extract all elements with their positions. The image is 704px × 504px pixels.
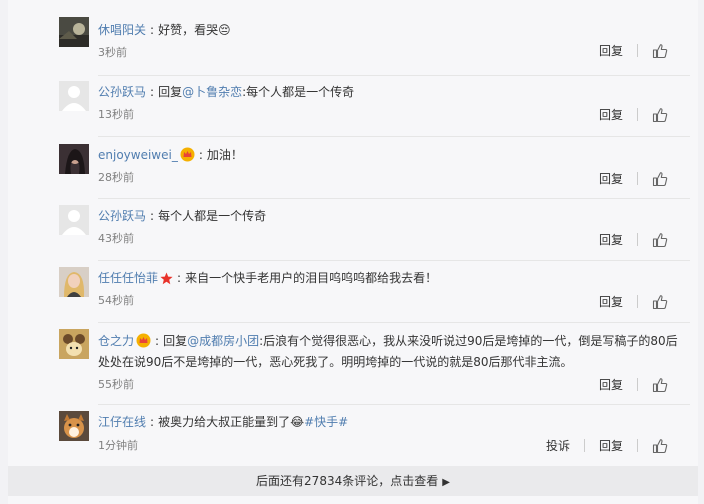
reply-button[interactable]: 回复 bbox=[599, 42, 623, 59]
reply-button[interactable]: 回复 bbox=[599, 106, 623, 123]
reply-prefix: 回复 bbox=[163, 334, 188, 348]
username[interactable]: 仓之力 bbox=[98, 334, 134, 348]
timestamp: 43秒前 bbox=[98, 232, 134, 245]
comment-text: 被奥力给大叔正能量到了 bbox=[158, 415, 291, 429]
timestamp: 3秒前 bbox=[98, 46, 127, 59]
load-more-label: 后面还有27834条评论，点击查看 bbox=[256, 474, 439, 488]
username[interactable]: 公孙跃马 bbox=[98, 85, 146, 99]
user-avatar[interactable] bbox=[59, 17, 89, 47]
username[interactable]: 江仔在线 bbox=[98, 415, 146, 429]
mention-link[interactable]: @卜鲁杂恋 bbox=[182, 85, 242, 99]
username[interactable]: enjoyweiwei_ bbox=[98, 148, 178, 162]
timestamp: 1分钟前 bbox=[98, 439, 138, 452]
comment-text: 好赞，看哭😔 bbox=[158, 23, 231, 37]
timestamp: 28秒前 bbox=[98, 171, 134, 184]
crown-vip-icon bbox=[136, 333, 151, 348]
load-more-comments[interactable]: 后面还有27834条评论，点击查看 ▶ bbox=[8, 466, 698, 496]
comment-text: 加油！ bbox=[206, 148, 243, 162]
comment-text: 每个人都是一个传奇 bbox=[158, 209, 267, 223]
username[interactable]: 休唱阳关 bbox=[98, 23, 146, 37]
emoji-laughing-icon: 😂 bbox=[290, 415, 305, 429]
user-avatar[interactable] bbox=[59, 81, 89, 111]
user-avatar[interactable] bbox=[59, 144, 89, 174]
thumbs-up-icon[interactable] bbox=[652, 107, 668, 123]
mention-link[interactable]: @成都房小团 bbox=[187, 334, 259, 348]
comment-text: :每个人都是一个传奇 bbox=[242, 85, 355, 99]
comment-text: 来自一个快手老用户的泪目呜呜呜都给我去看！ bbox=[185, 271, 438, 285]
user-avatar[interactable] bbox=[59, 411, 89, 441]
user-avatar[interactable] bbox=[59, 205, 89, 235]
reply-button[interactable]: 回复 bbox=[599, 293, 623, 310]
thumbs-up-icon[interactable] bbox=[652, 294, 668, 310]
reply-button[interactable]: 回复 bbox=[599, 231, 623, 248]
thumbs-up-icon[interactable] bbox=[652, 232, 668, 248]
reply-button[interactable]: 回复 bbox=[599, 170, 623, 187]
red-star-icon bbox=[160, 272, 173, 285]
user-avatar[interactable] bbox=[59, 329, 89, 359]
play-arrow-icon: ▶ bbox=[442, 477, 450, 488]
user-avatar[interactable] bbox=[59, 267, 89, 297]
username[interactable]: 任任任怡菲 bbox=[98, 271, 158, 285]
reply-button[interactable]: 回复 bbox=[599, 376, 623, 393]
thumbs-up-icon[interactable] bbox=[652, 171, 668, 187]
timestamp: 55秒前 bbox=[98, 378, 134, 391]
timestamp: 54秒前 bbox=[98, 294, 134, 307]
reply-button[interactable]: 回复 bbox=[599, 437, 623, 454]
report-button[interactable]: 投诉 bbox=[546, 437, 570, 454]
username[interactable]: 公孙跃马 bbox=[98, 209, 146, 223]
timestamp: 13秒前 bbox=[98, 108, 134, 121]
crown-vip-icon bbox=[180, 147, 195, 162]
hashtag-link[interactable]: #快手# bbox=[304, 415, 348, 429]
reply-prefix: 回复 bbox=[158, 85, 183, 99]
thumbs-up-icon[interactable] bbox=[652, 43, 668, 59]
thumbs-up-icon[interactable] bbox=[652, 377, 668, 393]
thumbs-up-icon[interactable] bbox=[652, 438, 668, 454]
